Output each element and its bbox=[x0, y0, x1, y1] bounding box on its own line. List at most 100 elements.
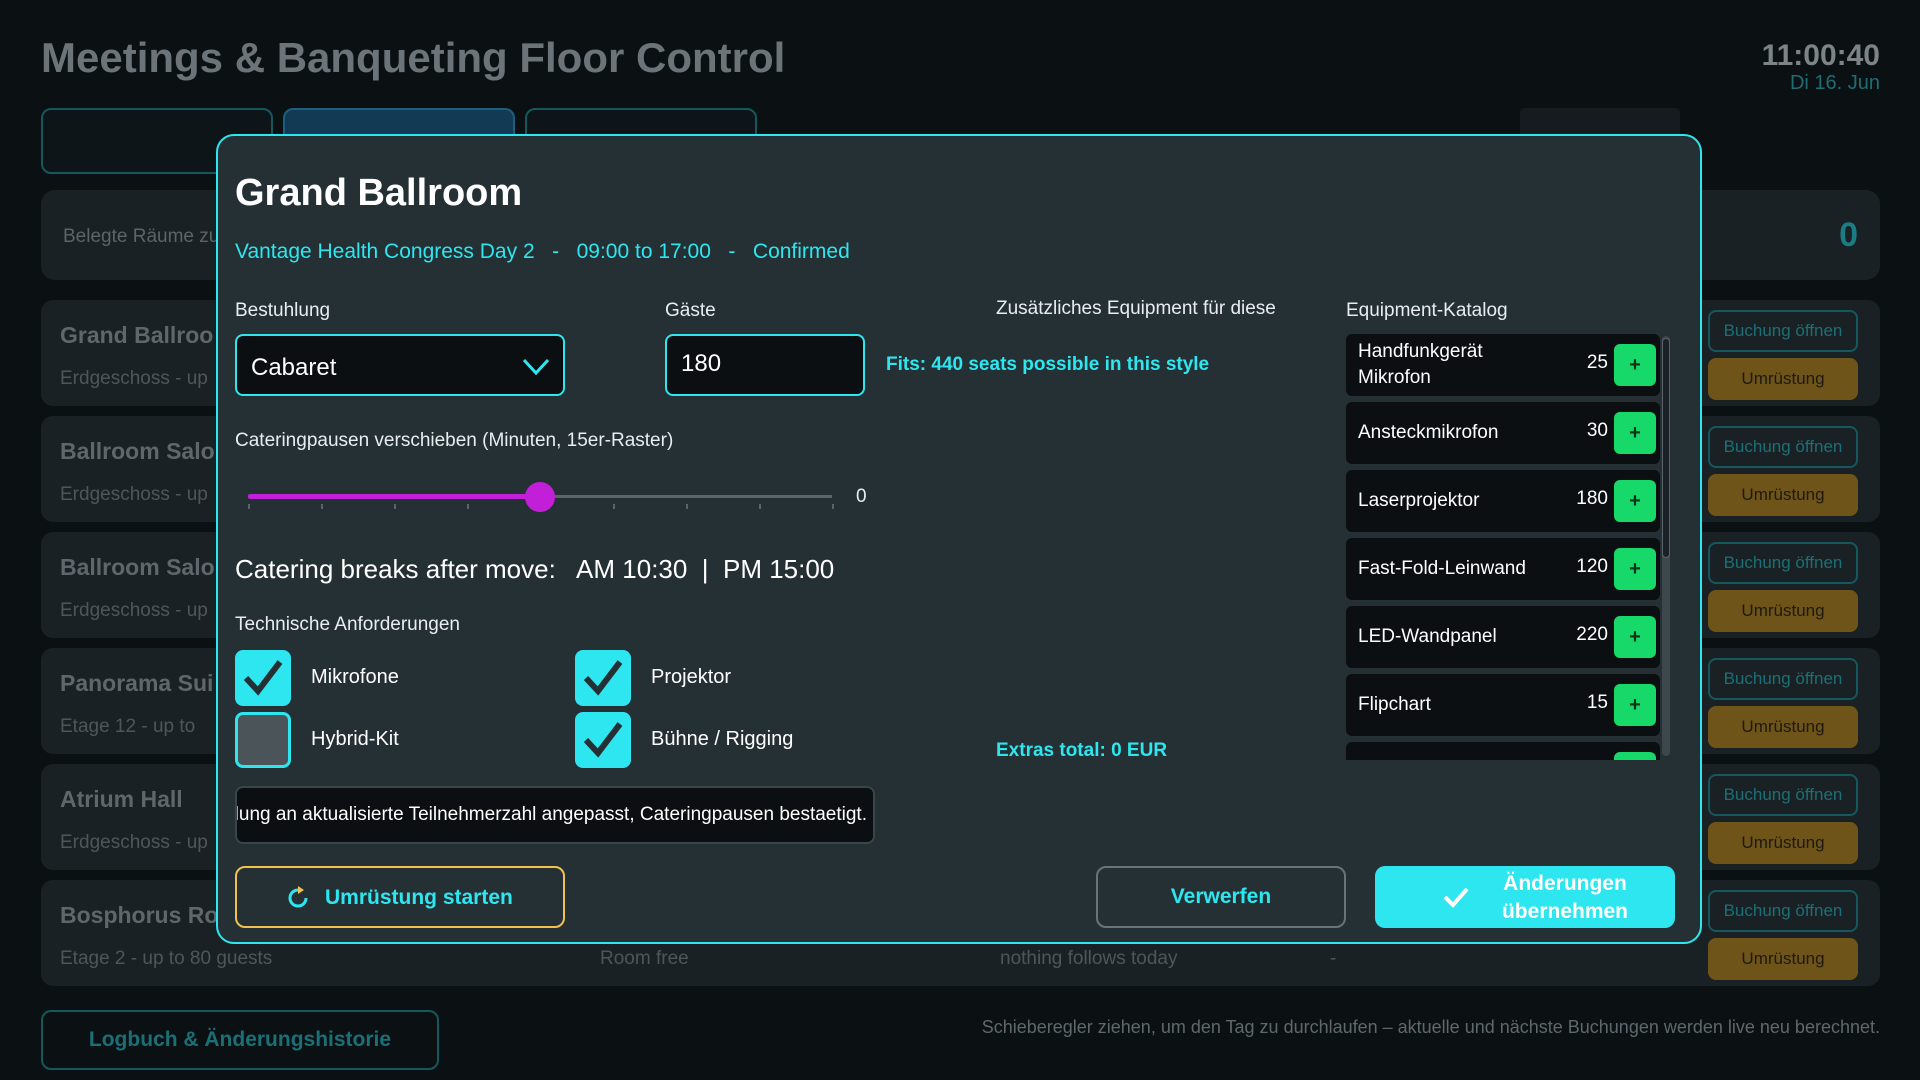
checkbox-label: Mikrofone bbox=[311, 666, 399, 688]
room-name: Grand Ballroo bbox=[60, 322, 214, 348]
start-conversion-button[interactable]: Umrüstung starten bbox=[235, 866, 565, 928]
guests-label: Gäste bbox=[665, 300, 716, 321]
seating-label: Bestuhlung bbox=[235, 300, 331, 321]
room-name: Ballroom Salo bbox=[60, 438, 215, 464]
clock-date: Di 16. Jun bbox=[1789, 72, 1880, 94]
catalog-item: LED-Wandpanel 220 + bbox=[1346, 606, 1660, 668]
equipment-catalog: Handfunkgerät Mikrofon 25 + Ansteckmikrofon… bbox=[1346, 334, 1668, 760]
catalog-item-name: Ansteckmikrofon bbox=[1358, 422, 1499, 443]
slider-tick bbox=[832, 504, 834, 509]
slider-tick bbox=[394, 504, 396, 509]
app-title: Meetings & Banqueting Floor Control bbox=[41, 34, 786, 81]
checkbox-label: Bühne / Rigging bbox=[651, 728, 794, 750]
conversion-button[interactable]: Umrüstung bbox=[1708, 474, 1858, 516]
tech-label: Technische Anforderungen bbox=[235, 614, 460, 635]
conversion-button[interactable]: Umrüstung bbox=[1708, 706, 1858, 748]
catering-breaks: Catering breaks after move: AM 10:30 | P… bbox=[235, 554, 835, 584]
checkbox-hybrid-kit[interactable] bbox=[235, 712, 291, 768]
slider-tick bbox=[321, 504, 323, 509]
chevron-down-icon bbox=[521, 352, 551, 385]
checkmark-icon bbox=[583, 660, 623, 696]
catalog-item-price: 180 bbox=[1576, 488, 1608, 509]
extras-label: Zusätzliches Equipment für diese Buchung bbox=[996, 298, 1276, 326]
guests-input[interactable]: 180 bbox=[665, 334, 865, 396]
catalog-item: Ansteckmikrofon 30 + bbox=[1346, 402, 1660, 464]
slider-label: Cateringpausen verschieben (Minuten, 15e… bbox=[235, 430, 674, 451]
slider-value: 0 bbox=[856, 486, 867, 507]
conversion-button[interactable]: Umrüstung bbox=[1708, 822, 1858, 864]
open-booking-button[interactable]: Buchung öffnen bbox=[1708, 658, 1858, 700]
add-equipment-button[interactable] bbox=[1614, 752, 1656, 760]
slider-tick bbox=[613, 504, 615, 509]
checkmark-icon bbox=[583, 722, 623, 758]
discard-button[interactable]: Verwerfen bbox=[1096, 866, 1346, 928]
checkbox-b-hne-rigging[interactable] bbox=[575, 712, 631, 768]
checkbox-label: Hybrid-Kit bbox=[311, 728, 399, 750]
room-meta: Erdgeschoss - up bbox=[60, 832, 208, 853]
summary-label: Belegte Räume zu bbox=[63, 226, 220, 247]
catalog-item bbox=[1346, 742, 1660, 760]
room-meta: Erdgeschoss - up bbox=[60, 484, 208, 505]
room-name: Bosphorus Ro bbox=[60, 902, 219, 928]
add-equipment-button[interactable]: + bbox=[1614, 344, 1656, 386]
slider-thumb[interactable] bbox=[525, 482, 555, 512]
room-status: Room free bbox=[600, 948, 689, 969]
catalog-item-price: 220 bbox=[1576, 624, 1608, 645]
apply-changes-button[interactable]: Änderungen übernehmen bbox=[1375, 866, 1675, 928]
catalog-item: Flipchart 15 + bbox=[1346, 674, 1660, 736]
booking-modal: Grand Ballroom Vantage Health Congress D… bbox=[216, 134, 1702, 944]
catalog-item-price: 25 bbox=[1586, 352, 1608, 373]
catalog-scroll-thumb[interactable] bbox=[1662, 338, 1670, 558]
notes-text: Bestuhlung an aktualisierte Teilnehmerza… bbox=[235, 804, 867, 825]
catalog-item-name: LED-Wandpanel bbox=[1358, 626, 1497, 647]
room-next: nothing follows today bbox=[1000, 948, 1178, 969]
open-booking-button[interactable]: Buchung öffnen bbox=[1708, 426, 1858, 468]
conversion-button[interactable]: Umrüstung bbox=[1708, 358, 1858, 400]
catalog-item: Handfunkgerät Mikrofon 25 + bbox=[1346, 334, 1660, 396]
open-booking-button[interactable]: Buchung öffnen bbox=[1708, 310, 1858, 352]
slider-fill bbox=[248, 494, 540, 499]
logbook-button[interactable]: Logbuch & Änderungshistorie bbox=[41, 1010, 439, 1070]
catalog-item-name: Fast-Fold-Leinwand bbox=[1358, 558, 1526, 579]
catalog-item: Fast-Fold-Leinwand 120 + bbox=[1346, 538, 1660, 600]
seating-select[interactable]: Cabaret bbox=[235, 334, 565, 396]
add-equipment-button[interactable]: + bbox=[1614, 480, 1656, 522]
room-meta: Etage 2 - up to 80 guests bbox=[60, 948, 273, 969]
modal-subtitle: Vantage Health Congress Day 2 - 09:00 to… bbox=[235, 240, 850, 263]
open-booking-button[interactable]: Buchung öffnen bbox=[1708, 890, 1858, 932]
start-conversion-label: Umrüstung starten bbox=[325, 886, 513, 909]
slider-tick bbox=[467, 504, 469, 509]
checkbox-projektor[interactable] bbox=[575, 650, 631, 706]
catalog-item-name: Handfunkgerät Mikrofon bbox=[1358, 341, 1483, 388]
room-next-dash: - bbox=[1330, 948, 1337, 969]
notes-input[interactable]: Bestuhlung an aktualisierte Teilnehmerza… bbox=[235, 786, 875, 844]
slider-tick bbox=[686, 504, 688, 509]
seating-value: Cabaret bbox=[251, 354, 337, 381]
refresh-icon bbox=[285, 886, 311, 918]
room-meta: Etage 12 - up to bbox=[60, 716, 196, 737]
checkmark-icon bbox=[243, 660, 283, 696]
check-icon bbox=[1443, 886, 1469, 914]
catalog-label: Equipment-Katalog bbox=[1346, 300, 1508, 321]
catalog-item-price: 30 bbox=[1586, 420, 1608, 441]
extras-total: Extras total: 0 EUR bbox=[996, 740, 1168, 761]
add-equipment-button[interactable]: + bbox=[1614, 684, 1656, 726]
room-meta: Erdgeschoss - up bbox=[60, 368, 208, 389]
catalog-item-name: Flipchart bbox=[1358, 694, 1431, 715]
conversion-button[interactable]: Umrüstung bbox=[1708, 590, 1858, 632]
open-booking-button[interactable]: Buchung öffnen bbox=[1708, 542, 1858, 584]
slider-tick bbox=[248, 504, 250, 509]
slider-tick bbox=[759, 504, 761, 509]
apply-changes-label: Änderungen übernehmen bbox=[1501, 872, 1629, 923]
room-name: Atrium Hall bbox=[60, 786, 183, 812]
add-equipment-button[interactable]: + bbox=[1614, 412, 1656, 454]
footer-hint: Schieberegler ziehen, um den Tag zu durc… bbox=[981, 1017, 1880, 1037]
clock-time: 11:00:40 bbox=[1761, 39, 1880, 72]
checkbox-mikrofone[interactable] bbox=[235, 650, 291, 706]
modal-title: Grand Ballroom bbox=[235, 172, 523, 214]
conversion-button[interactable]: Umrüstung bbox=[1708, 938, 1858, 980]
open-booking-button[interactable]: Buchung öffnen bbox=[1708, 774, 1858, 816]
catalog-item: Laserprojektor 180 + bbox=[1346, 470, 1660, 532]
add-equipment-button[interactable]: + bbox=[1614, 616, 1656, 658]
add-equipment-button[interactable]: + bbox=[1614, 548, 1656, 590]
